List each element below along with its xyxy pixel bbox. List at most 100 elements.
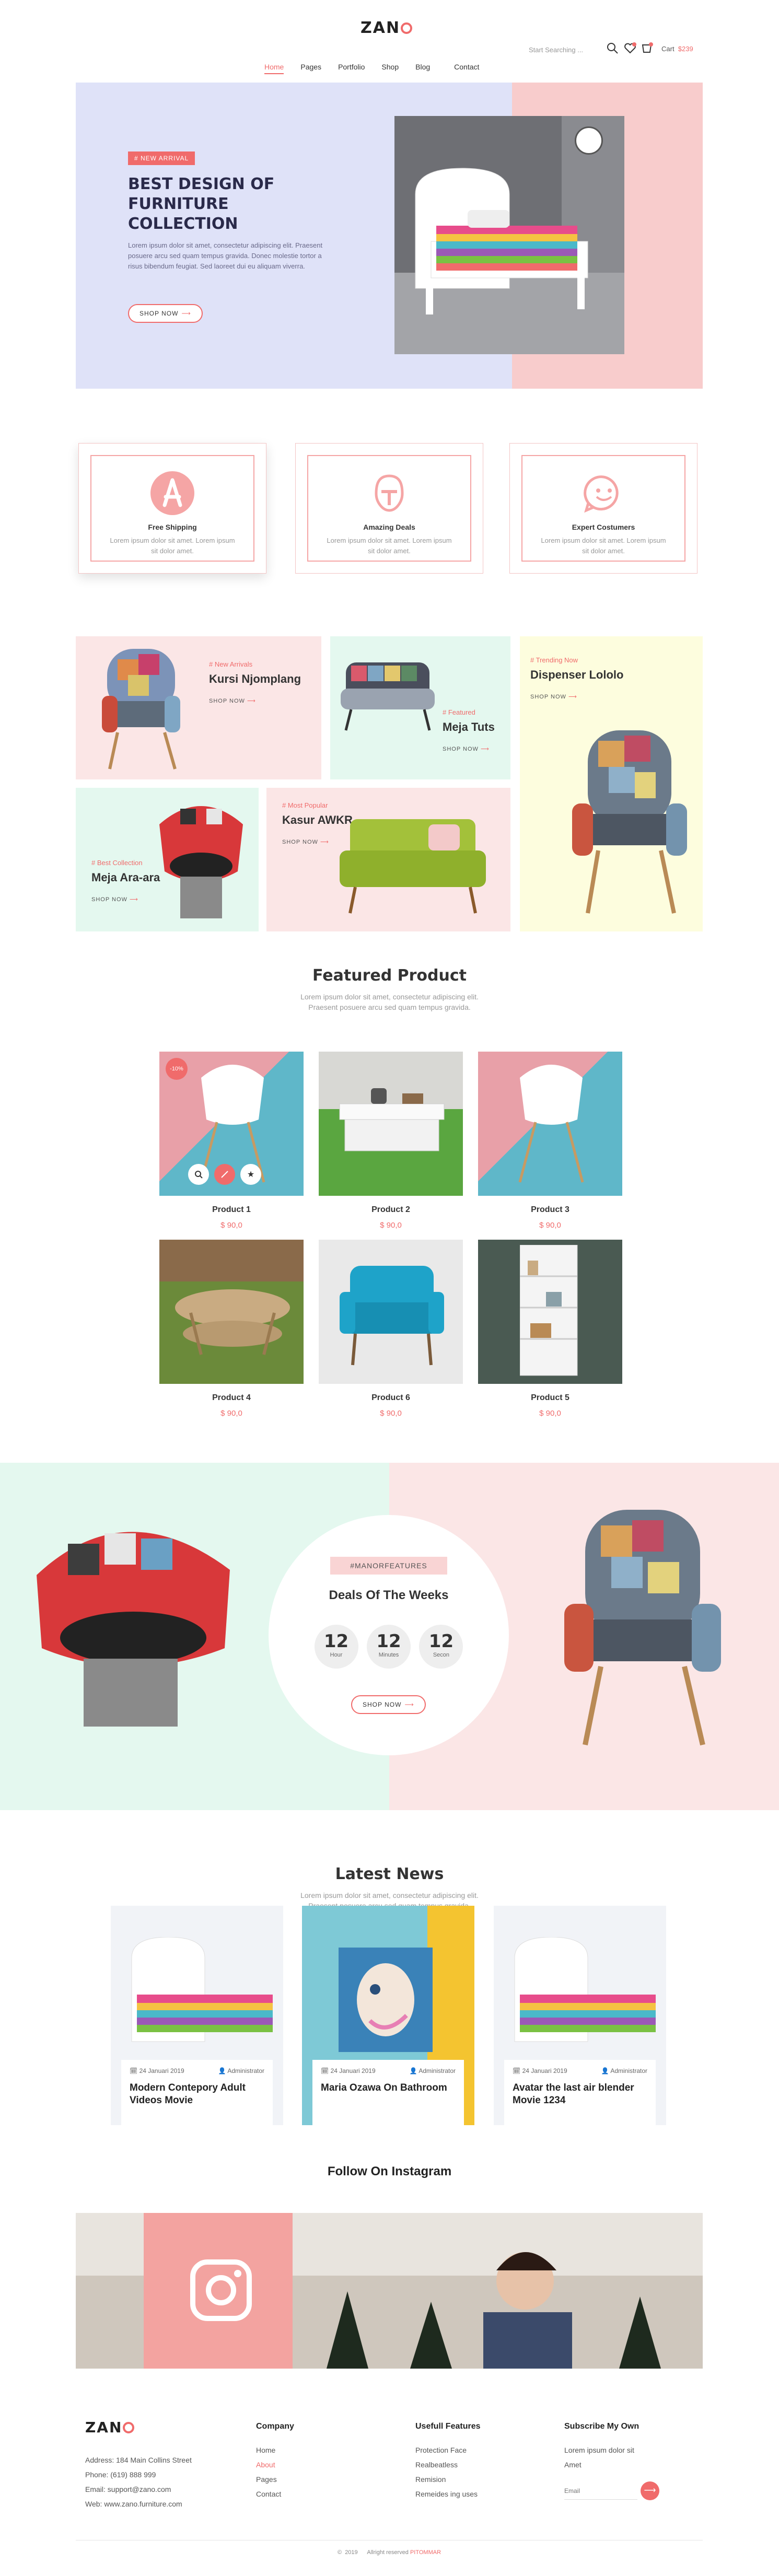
deals-shop-button[interactable]: SHOP NOW ⟶ xyxy=(351,1695,426,1714)
product-card[interactable]: -10% ★ Product 1 $ 90,0 xyxy=(159,1052,304,1230)
news-card-body: 🗓 24 Januari 2019 👤 Administrator Avatar … xyxy=(504,2060,656,2125)
armchair-image xyxy=(102,649,180,770)
hero-title: BEST DESIGN OF FURNITURE COLLECTION xyxy=(128,174,337,234)
footer-logo-o-icon xyxy=(123,2422,135,2433)
deals-circle: #MANORFEATURES Deals Of The Weeks 12 Hour… xyxy=(269,1515,509,1755)
nav-portfolio[interactable]: Portfolio xyxy=(338,63,365,74)
hero-shop-button[interactable]: SHOP NOW ⟶ xyxy=(128,304,203,323)
product-price: $ 90,0 xyxy=(220,1221,242,1230)
category-card-meja-tuts[interactable]: # Featured Meja Tuts SHOP NOW ⟶ xyxy=(330,636,510,779)
footer-web: Web: www.zano.furniture.com xyxy=(85,2500,182,2508)
footer-email: Email: support@zano.com xyxy=(85,2485,171,2493)
hero-banner: # NEW ARRIVAL BEST DESIGN OF FURNITURE CO… xyxy=(76,83,703,389)
footer-logo[interactable]: ZAN xyxy=(85,2419,135,2436)
instagram-banner[interactable] xyxy=(76,2213,703,2369)
category-card-meja-ara[interactable]: # Best Collection Meja Ara-ara SHOP NOW … xyxy=(76,788,259,931)
service-text: Lorem ipsum dolor sit amet. Lorem ipsum … xyxy=(110,537,235,555)
footer-link-home[interactable]: Home xyxy=(256,2443,294,2457)
product-card[interactable]: Product 2 $ 90,0 xyxy=(319,1052,463,1230)
nav-shop[interactable]: Shop xyxy=(381,63,399,74)
countdown-hour: 12 Hour xyxy=(314,1625,358,1669)
smile-icon xyxy=(581,471,626,516)
nav-pages[interactable]: Pages xyxy=(300,63,321,74)
product-card[interactable]: Product 5 $ 90,0 xyxy=(478,1240,622,1418)
footer-company-title: Company xyxy=(256,2422,294,2431)
featured-sub2: Praesent posuere arcu sed quam tempus gr… xyxy=(308,1003,471,1011)
wishlist-icon[interactable] xyxy=(624,42,636,54)
news-title-text[interactable]: Maria Ozawa On Bathroom xyxy=(321,2082,456,2094)
category-card-kasur[interactable]: # Most Popular Kasur AWKR SHOP NOW ⟶ xyxy=(266,788,510,931)
category-shop-link[interactable]: SHOP NOW ⟶ xyxy=(530,693,623,700)
news-card-body: 🗓 24 Januari 2019 👤 Administrator Modern … xyxy=(121,2060,273,2125)
product-card[interactable]: Product 4 $ 90,0 xyxy=(159,1240,304,1418)
footer-subscribe-title: Subscribe My Own xyxy=(564,2422,640,2431)
quick-view-icon[interactable] xyxy=(188,1164,209,1185)
nav-blog[interactable]: Blog xyxy=(415,63,430,74)
featured-subtitle: Lorem ipsum dolor sit amet, consectetur … xyxy=(0,992,779,1012)
search-input[interactable]: Start Searching ... xyxy=(529,45,591,55)
news-title-text[interactable]: Avatar the last air blender Movie 1234 xyxy=(513,2082,647,2107)
deals-tag: #MANORFEATURES xyxy=(330,1557,447,1575)
add-to-cart-icon[interactable] xyxy=(214,1164,235,1185)
site-header: ZAN Home Pages Portfolio Shop Blog Conta… xyxy=(0,0,779,78)
compass-icon xyxy=(150,471,195,516)
product-image: -10% ★ xyxy=(159,1052,304,1196)
news-card[interactable]: 🗓 24 Januari 2019 👤 Administrator Avatar … xyxy=(494,1906,666,2125)
nav-home[interactable]: Home xyxy=(264,63,284,74)
category-name: Dispenser Lololo xyxy=(530,668,624,681)
product-image xyxy=(478,1240,622,1384)
product-price: $ 90,0 xyxy=(380,1409,402,1418)
footer-link-about[interactable]: About xyxy=(256,2457,294,2472)
news-date: 🗓 24 Januari 2019 xyxy=(130,2067,184,2074)
news-title-text[interactable]: Modern Contepory Adult Videos Movie xyxy=(130,2082,264,2107)
news-card[interactable]: 🗓 24 Januari 2019 👤 Administrator Modern … xyxy=(111,1906,283,2125)
category-shop-link[interactable]: SHOP NOW ⟶ xyxy=(209,697,301,704)
category-info: # Trending Now Dispenser Lololo SHOP NOW… xyxy=(530,656,623,700)
footer-link-contact[interactable]: Contact xyxy=(256,2487,294,2501)
product-name[interactable]: Product 1 xyxy=(159,1205,304,1215)
subscribe-submit-button[interactable]: ⟶ xyxy=(641,2481,659,2500)
product-name[interactable]: Product 5 xyxy=(478,1393,622,1403)
favorite-icon[interactable]: ★ xyxy=(240,1164,261,1185)
deals-section: #MANORFEATURES Deals Of The Weeks 12 Hour… xyxy=(0,1463,779,1810)
service-card-shipping: Free Shipping Lorem ipsum dolor sit amet… xyxy=(78,443,266,574)
category-info: # Featured Meja Tuts SHOP NOW ⟶ xyxy=(443,708,495,752)
service-text: Lorem ipsum dolor sit amet. Lorem ipsum … xyxy=(327,537,452,555)
footer-link-protection[interactable]: Protection Face xyxy=(415,2443,480,2457)
product-name[interactable]: Product 2 xyxy=(319,1205,463,1215)
cart-label[interactable]: Cart $239 xyxy=(661,45,693,53)
footer-address: Address: 184 Main Collins Street xyxy=(85,2456,192,2464)
product-name[interactable]: Product 6 xyxy=(319,1393,463,1403)
news-image xyxy=(514,1937,656,2042)
logo[interactable]: ZAN xyxy=(361,19,413,37)
subscribe-email-input[interactable] xyxy=(564,2482,637,2500)
instagram-icon[interactable] xyxy=(190,2259,252,2322)
news-image xyxy=(131,1937,273,2042)
product-actions: ★ xyxy=(188,1164,261,1185)
instagram-title: Follow On Instagram xyxy=(327,2164,452,2178)
category-card-dispenser[interactable]: # Trending Now Dispenser Lololo SHOP NOW… xyxy=(520,636,703,931)
product-image xyxy=(319,1052,463,1196)
product-name[interactable]: Product 4 xyxy=(159,1393,304,1403)
main-nav: Home Pages Portfolio Shop Blog Contact xyxy=(256,63,502,74)
search-icon[interactable] xyxy=(606,42,619,54)
category-info: # New Arrivals Kursi Njomplang SHOP NOW … xyxy=(209,660,301,704)
news-title: Latest News xyxy=(335,1865,444,1883)
patchwork-chair-image xyxy=(572,730,687,914)
footer-link-realbeatless[interactable]: Realbeatless xyxy=(415,2457,480,2472)
site-footer: ZAN Address: 184 Main Collins Street Pho… xyxy=(76,2403,703,2560)
category-shop-link[interactable]: SHOP NOW ⟶ xyxy=(443,745,495,752)
news-card[interactable]: 🗓 24 Januari 2019 👤 Administrator Maria O… xyxy=(302,1906,474,2125)
news-meta: 🗓 24 Januari 2019 👤 Administrator xyxy=(130,2067,264,2074)
cart-icon[interactable] xyxy=(641,42,653,54)
footer-link-remision[interactable]: Remision xyxy=(415,2472,480,2487)
product-name[interactable]: Product 3 xyxy=(478,1205,622,1215)
footer-link-remeides[interactable]: Remeides ing uses xyxy=(415,2487,480,2501)
footer-link-pages[interactable]: Pages xyxy=(256,2472,294,2487)
product-card[interactable]: Product 6 $ 90,0 xyxy=(319,1240,463,1418)
nav-contact[interactable]: Contact xyxy=(454,63,479,74)
product-card[interactable]: Product 3 $ 90,0 xyxy=(478,1052,622,1230)
hero-title-line1: BEST DESIGN OF xyxy=(128,175,275,193)
product-price: $ 90,0 xyxy=(380,1221,402,1230)
category-card-kursi[interactable]: # New Arrivals Kursi Njomplang SHOP NOW … xyxy=(76,636,321,779)
